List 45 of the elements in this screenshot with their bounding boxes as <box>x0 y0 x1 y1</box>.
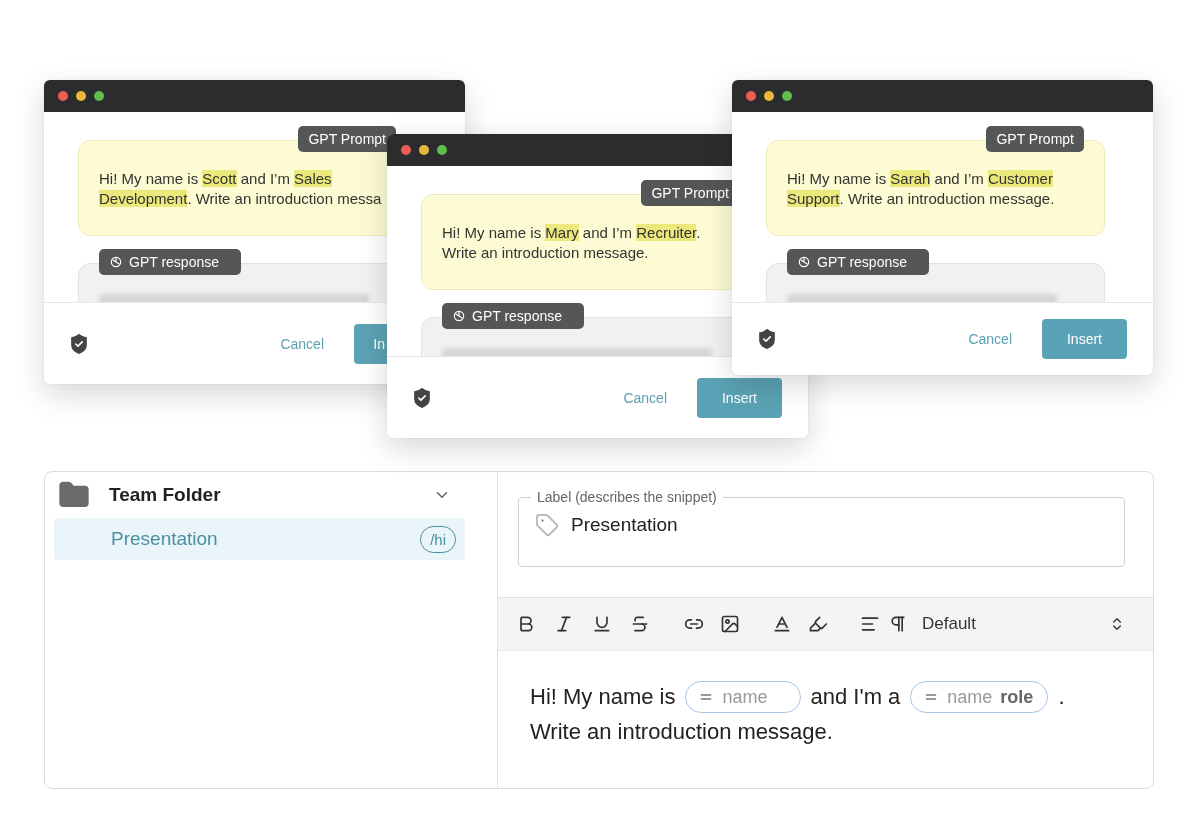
insert-button[interactable]: Insert <box>1042 319 1127 359</box>
response-badge-label: GPT response <box>129 254 219 270</box>
pilcrow-icon[interactable] <box>888 614 908 634</box>
close-dot[interactable] <box>58 91 68 101</box>
insert-button[interactable]: Insert <box>697 377 782 418</box>
editor-text: and I'm a <box>810 684 901 710</box>
close-dot[interactable] <box>746 91 756 101</box>
text-color-icon[interactable] <box>772 614 792 634</box>
response-badge-label: GPT response <box>817 254 907 270</box>
field-legend: Label (describes the snippet) <box>531 489 723 505</box>
cancel-button[interactable]: Cancel <box>623 389 697 406</box>
editor-text: Hi! My name is <box>530 684 676 710</box>
close-dot[interactable] <box>401 145 411 155</box>
editor-text: . <box>1058 684 1065 710</box>
label-field[interactable]: Label (describes the snippet) Presentation <box>518 489 1125 567</box>
chip-label: name <box>722 686 768 708</box>
prompt-badge: GPT Prompt <box>986 126 1084 152</box>
chip-label: name <box>947 686 993 708</box>
cancel-button[interactable]: Cancel <box>280 335 354 352</box>
snippet-label: Presentation <box>111 528 218 550</box>
italic-icon[interactable] <box>554 614 574 634</box>
editor-text: Write an introduction message. <box>530 719 833 745</box>
field-value: Presentation <box>571 514 678 536</box>
snippet-item[interactable]: Presentation /hi <box>54 518 465 560</box>
prompt-text: Hi! My name is Sarah and I’m Customer Support. Write an introduction message. <box>787 169 1056 209</box>
highlighter-icon[interactable] <box>808 614 828 634</box>
chip-value: role <box>1000 686 1034 708</box>
minimize-dot[interactable] <box>419 145 429 155</box>
folder-name: Team Folder <box>109 484 221 506</box>
align-left-icon[interactable] <box>860 614 880 634</box>
strikethrough-icon[interactable] <box>630 614 650 634</box>
zoom-dot[interactable] <box>782 91 792 101</box>
prompt-text: Hi! My name is Mary and I’m Recruiter. Write an introduction message. <box>442 223 702 263</box>
prompt-badge: GPT Prompt <box>298 126 396 152</box>
underline-icon[interactable] <box>592 614 612 634</box>
zoom-dot[interactable] <box>94 91 104 101</box>
minimize-dot[interactable] <box>76 91 86 101</box>
insert-button[interactable]: In <box>354 323 387 364</box>
minimize-dot[interactable] <box>764 91 774 101</box>
zoom-dot[interactable] <box>437 145 447 155</box>
tag-icon <box>535 513 559 537</box>
image-icon[interactable] <box>720 614 740 634</box>
response-badge-label: GPT response <box>472 308 562 324</box>
cancel-button[interactable]: Cancel <box>968 331 1042 347</box>
style-select[interactable]: Default <box>908 614 1125 634</box>
